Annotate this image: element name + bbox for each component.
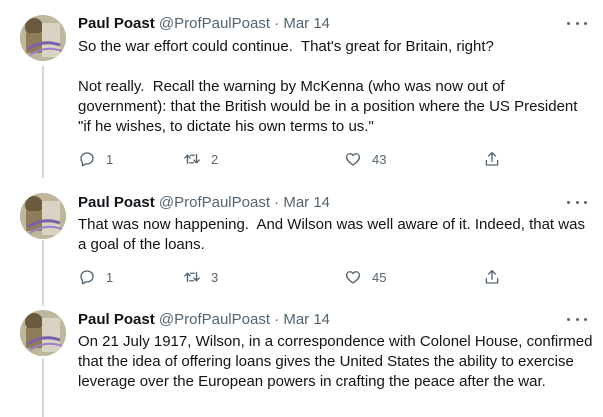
- author-name[interactable]: Paul Poast: [78, 194, 155, 211]
- more-icon[interactable]: [567, 194, 587, 210]
- heart-icon: [344, 150, 362, 168]
- retweet-count: 3: [211, 269, 219, 285]
- tweet-header: Paul Poast @ProfPaulPoast · Mar 14: [78, 14, 330, 34]
- reply-icon: [78, 268, 96, 286]
- author-handle[interactable]: @ProfPaulPoast: [159, 194, 270, 211]
- tweet-header: Paul Poast @ProfPaulPoast · Mar 14: [78, 310, 330, 330]
- retweet-count: 2: [211, 151, 219, 167]
- retweet-button[interactable]: 2: [183, 149, 218, 169]
- separator: ·: [274, 194, 280, 211]
- heart-icon: [344, 268, 362, 286]
- tweet-text: On 21 July 1917, Wilson, in a correspond…: [78, 333, 597, 390]
- tweet-actions: 1 2 43: [78, 149, 518, 169]
- share-icon: [483, 150, 501, 168]
- reply-button[interactable]: 1: [78, 267, 113, 287]
- retweet-button[interactable]: 3: [183, 267, 218, 287]
- avatar[interactable]: [20, 193, 66, 239]
- tweet-text: So the war effort could continue. That's…: [78, 38, 578, 135]
- tweet-thread: Paul Poast @ProfPaulPoast · Mar 14 So th…: [0, 0, 603, 417]
- like-button[interactable]: 45: [344, 267, 386, 287]
- more-icon[interactable]: [567, 311, 587, 327]
- separator: ·: [274, 15, 280, 32]
- tweet-text: That was now happening. And Wilson was w…: [78, 216, 590, 253]
- tweet[interactable]: Paul Poast @ProfPaulPoast · Mar 14 So th…: [0, 13, 603, 173]
- tweet-header: Paul Poast @ProfPaulPoast · Mar 14: [78, 193, 330, 213]
- avatar[interactable]: [20, 15, 66, 61]
- reply-icon: [78, 150, 96, 168]
- author-name[interactable]: Paul Poast: [78, 311, 155, 328]
- reply-count: 1: [106, 269, 114, 285]
- tweet-date[interactable]: Mar 14: [283, 15, 330, 32]
- retweet-icon: [183, 268, 201, 286]
- tweet-date[interactable]: Mar 14: [283, 194, 330, 211]
- separator: ·: [274, 311, 280, 328]
- avatar[interactable]: [20, 310, 66, 356]
- share-button[interactable]: [483, 149, 501, 169]
- author-handle[interactable]: @ProfPaulPoast: [159, 15, 270, 32]
- tweet-date[interactable]: Mar 14: [283, 311, 330, 328]
- reply-button[interactable]: 1: [78, 149, 113, 169]
- like-button[interactable]: 43: [344, 149, 386, 169]
- more-icon[interactable]: [567, 15, 587, 31]
- author-name[interactable]: Paul Poast: [78, 15, 155, 32]
- retweet-icon: [183, 150, 201, 168]
- tweet[interactable]: Paul Poast @ProfPaulPoast · Mar 14 That …: [0, 193, 603, 293]
- like-count: 43: [372, 151, 387, 167]
- tweet[interactable]: Paul Poast @ProfPaulPoast · Mar 14 On 21…: [0, 310, 603, 417]
- like-count: 45: [372, 269, 387, 285]
- tweet-actions: 1 3 45: [78, 267, 518, 287]
- reply-count: 1: [106, 151, 114, 167]
- share-button[interactable]: [483, 267, 501, 287]
- share-icon: [483, 268, 501, 286]
- author-handle[interactable]: @ProfPaulPoast: [159, 311, 270, 328]
